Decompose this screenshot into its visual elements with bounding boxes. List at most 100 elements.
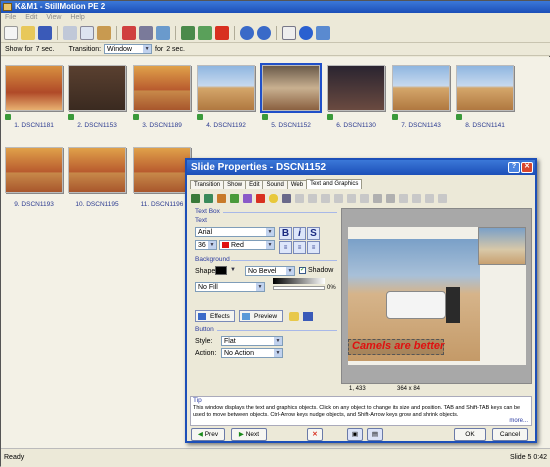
- slide-thumbnail[interactable]: [68, 147, 126, 193]
- paste-icon[interactable]: [97, 25, 111, 40]
- add-text-icon[interactable]: [191, 193, 200, 203]
- next-button[interactable]: ▶ Next: [231, 428, 267, 441]
- transition-select[interactable]: Window ▼: [104, 44, 153, 54]
- menu-help[interactable]: Help: [70, 13, 84, 23]
- tab-web[interactable]: Web: [286, 180, 308, 189]
- slide-preview-canvas[interactable]: Camels are better: [341, 208, 532, 384]
- transition-duration-value[interactable]: 2 sec.: [166, 46, 185, 53]
- align-left-button[interactable]: ≡: [279, 241, 292, 254]
- ok-button[interactable]: OK: [454, 428, 486, 441]
- shape-swatch[interactable]: [215, 266, 227, 275]
- web-icon[interactable]: [316, 25, 330, 40]
- align-middle-icon[interactable]: [347, 193, 356, 203]
- delete-slide-button[interactable]: ✕: [307, 428, 323, 441]
- help-icon[interactable]: ?: [508, 162, 520, 173]
- tab-sound[interactable]: Sound: [262, 180, 288, 189]
- align-left-icon[interactable]: [295, 193, 304, 203]
- send-backward-icon[interactable]: [386, 193, 395, 203]
- save-icon[interactable]: [303, 312, 313, 321]
- prev-button[interactable]: ◀ Prev: [191, 428, 225, 441]
- align-top-icon[interactable]: [334, 193, 343, 203]
- align-bottom-icon[interactable]: [360, 193, 369, 203]
- same-width-icon[interactable]: [399, 193, 408, 203]
- align-center-button[interactable]: ≡: [293, 241, 306, 254]
- italic-button[interactable]: i: [293, 227, 306, 240]
- view-icon[interactable]: [282, 25, 296, 40]
- print-slide-button[interactable]: ▤: [367, 428, 383, 441]
- bevel-select[interactable]: No Bevel ▼: [245, 266, 295, 276]
- bold-button[interactable]: B: [279, 227, 292, 240]
- font-select[interactable]: Arial ▼: [195, 227, 275, 237]
- tip-more-link[interactable]: more...: [509, 418, 528, 424]
- properties-icon[interactable]: [122, 25, 136, 40]
- show-duration-value[interactable]: 7 sec.: [36, 46, 58, 53]
- slide-thumbnail[interactable]: [327, 65, 385, 111]
- effects-label: Effects: [210, 313, 230, 320]
- new-icon[interactable]: [4, 25, 18, 40]
- align-right-button[interactable]: ≡: [307, 241, 320, 254]
- cursor-icon[interactable]: [282, 193, 291, 203]
- same-height-icon[interactable]: [412, 193, 421, 203]
- effects-button[interactable]: Effects: [195, 310, 235, 322]
- button-action-select[interactable]: No Action ▼: [221, 348, 283, 358]
- space-vertical-icon[interactable]: [438, 193, 447, 203]
- save-slide-button[interactable]: ▣: [347, 428, 363, 441]
- undo-icon[interactable]: [240, 25, 254, 40]
- tab-show[interactable]: Show: [223, 180, 247, 189]
- slide-preview[interactable]: Camels are better: [348, 227, 526, 365]
- delete-icon[interactable]: [215, 25, 229, 40]
- add-image-icon[interactable]: [204, 193, 213, 203]
- photo-inset[interactable]: [478, 227, 526, 265]
- slide-thumbnail-selected[interactable]: [260, 63, 322, 113]
- slide-thumbnail[interactable]: [68, 65, 126, 111]
- menu-file[interactable]: File: [5, 13, 16, 23]
- toolbar-separator: [234, 25, 235, 40]
- bring-forward-icon[interactable]: [373, 193, 382, 203]
- help-icon[interactable]: [299, 25, 313, 40]
- text-color-select[interactable]: Red ▼: [219, 240, 275, 250]
- menu-view[interactable]: View: [46, 13, 61, 23]
- settings-icon[interactable]: [139, 25, 153, 40]
- menu-edit[interactable]: Edit: [25, 13, 37, 23]
- button-style-select[interactable]: Flat ▼: [221, 336, 283, 346]
- link-icon[interactable]: [289, 312, 299, 321]
- tab-edit[interactable]: Edit: [245, 180, 264, 189]
- slide-thumbnail[interactable]: [5, 65, 63, 111]
- slide-thumbnail[interactable]: [197, 65, 255, 111]
- slide-thumbnail[interactable]: [5, 147, 63, 193]
- preview-button[interactable]: Preview: [239, 310, 283, 322]
- align-center-icon[interactable]: [308, 193, 317, 203]
- slide-thumbnail[interactable]: [133, 147, 191, 193]
- delete-icon[interactable]: [256, 193, 265, 203]
- slideshow-icon[interactable]: [156, 25, 170, 40]
- space-horizontal-icon[interactable]: [425, 193, 434, 203]
- copy-icon[interactable]: [80, 25, 94, 40]
- tab-transition[interactable]: Transition: [190, 180, 225, 189]
- transition-icon: [68, 114, 74, 120]
- slide-thumbnail[interactable]: [456, 65, 514, 111]
- chevron-down-icon[interactable]: ▼: [230, 267, 236, 273]
- add-button-icon[interactable]: [230, 193, 239, 203]
- redo-icon[interactable]: [257, 25, 271, 40]
- add-picture-icon[interactable]: [181, 25, 195, 40]
- close-icon[interactable]: ✕: [521, 162, 533, 173]
- cancel-button[interactable]: Cancel: [492, 428, 528, 441]
- shadow-checkbox[interactable]: ✓: [299, 267, 306, 274]
- insert-icon[interactable]: [198, 25, 212, 40]
- fill-select[interactable]: No Fill ▼: [195, 282, 265, 292]
- tab-text-and-graphics[interactable]: Text and Graphics: [306, 179, 363, 189]
- open-folder-icon[interactable]: [21, 25, 35, 40]
- shadow-text-button[interactable]: S: [307, 227, 320, 240]
- slide-thumbnail[interactable]: [133, 65, 191, 111]
- add-shape-icon[interactable]: [217, 193, 226, 203]
- add-effect-icon[interactable]: [243, 193, 252, 203]
- font-size-select[interactable]: 36 ▼: [195, 240, 217, 250]
- save-icon[interactable]: [38, 25, 52, 40]
- align-right-icon[interactable]: [321, 193, 330, 203]
- transparency-slider[interactable]: [273, 286, 325, 290]
- transition-icon: [133, 114, 139, 120]
- slide-thumbnail[interactable]: [392, 65, 450, 111]
- cut-icon[interactable]: [63, 25, 77, 40]
- bulb-icon[interactable]: [269, 193, 278, 203]
- slide-text-object[interactable]: Camels are better: [352, 340, 444, 352]
